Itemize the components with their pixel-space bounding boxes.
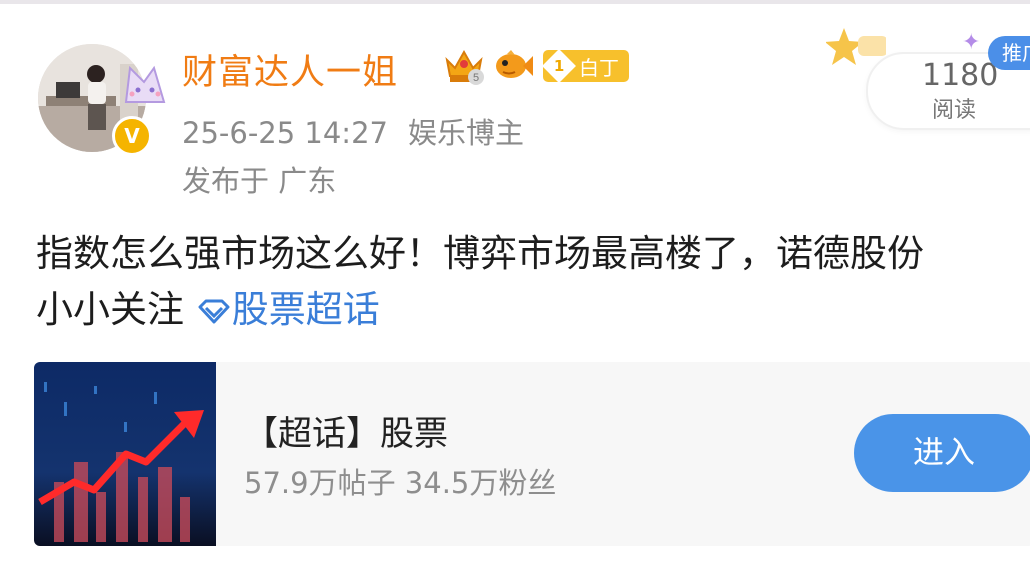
post-meta: 25-6-25 14:27 娱乐博主 bbox=[182, 110, 524, 152]
username[interactable]: 财富达人一姐 bbox=[182, 44, 398, 95]
post-text: 指数怎么强市场这么好！博弈市场最高楼了，诺德股份 小小关注 股票超话 bbox=[36, 226, 924, 338]
topic-link-text: 股票超话 bbox=[231, 288, 380, 331]
read-label: 阅读 bbox=[932, 98, 977, 123]
crown-icon[interactable]: 5 bbox=[443, 46, 485, 86]
post-location: 发布于 广东 bbox=[182, 164, 337, 198]
cat-ears-frame-icon bbox=[124, 65, 166, 103]
enter-button[interactable]: 进入 bbox=[854, 414, 1030, 492]
top-edge bbox=[0, 0, 1030, 4]
post-date: 25-6-25 14:27 bbox=[182, 116, 388, 150]
crown-level-number: 5 bbox=[473, 72, 479, 84]
card-title: 【超话】股票 bbox=[244, 414, 448, 454]
read-count: 1180 bbox=[922, 58, 999, 93]
stock-chart-thumbnail bbox=[34, 362, 216, 546]
topic-card[interactable]: 【超话】股票 57.9万帖子 34.5万粉丝 进入 bbox=[34, 362, 1030, 546]
post-text-line-2: 小小关注 股票超话 bbox=[36, 282, 924, 338]
card-stats: 57.9万帖子 34.5万粉丝 bbox=[244, 466, 557, 500]
verified-v-icon: V bbox=[112, 116, 152, 156]
topic-link[interactable]: 股票超话 bbox=[196, 288, 380, 331]
user-badges: 5 1 白丁 bbox=[443, 46, 629, 86]
post-text-line-1: 指数怎么强市场这么好！博弈市场最高楼了，诺德股份 bbox=[36, 232, 924, 275]
user-level-badge[interactable]: 1 白丁 bbox=[542, 49, 629, 83]
diamond-topic-icon bbox=[198, 299, 230, 324]
user-tag: 娱乐博主 bbox=[407, 116, 524, 150]
post-text-prefix: 小小关注 bbox=[36, 288, 196, 331]
level-number: 1 bbox=[553, 57, 565, 75]
promote-tag[interactable]: 推广 bbox=[988, 36, 1030, 70]
fish-icon[interactable] bbox=[493, 46, 535, 86]
diamond-level-icon: 1 bbox=[542, 49, 576, 83]
level-label: 白丁 bbox=[579, 55, 619, 80]
